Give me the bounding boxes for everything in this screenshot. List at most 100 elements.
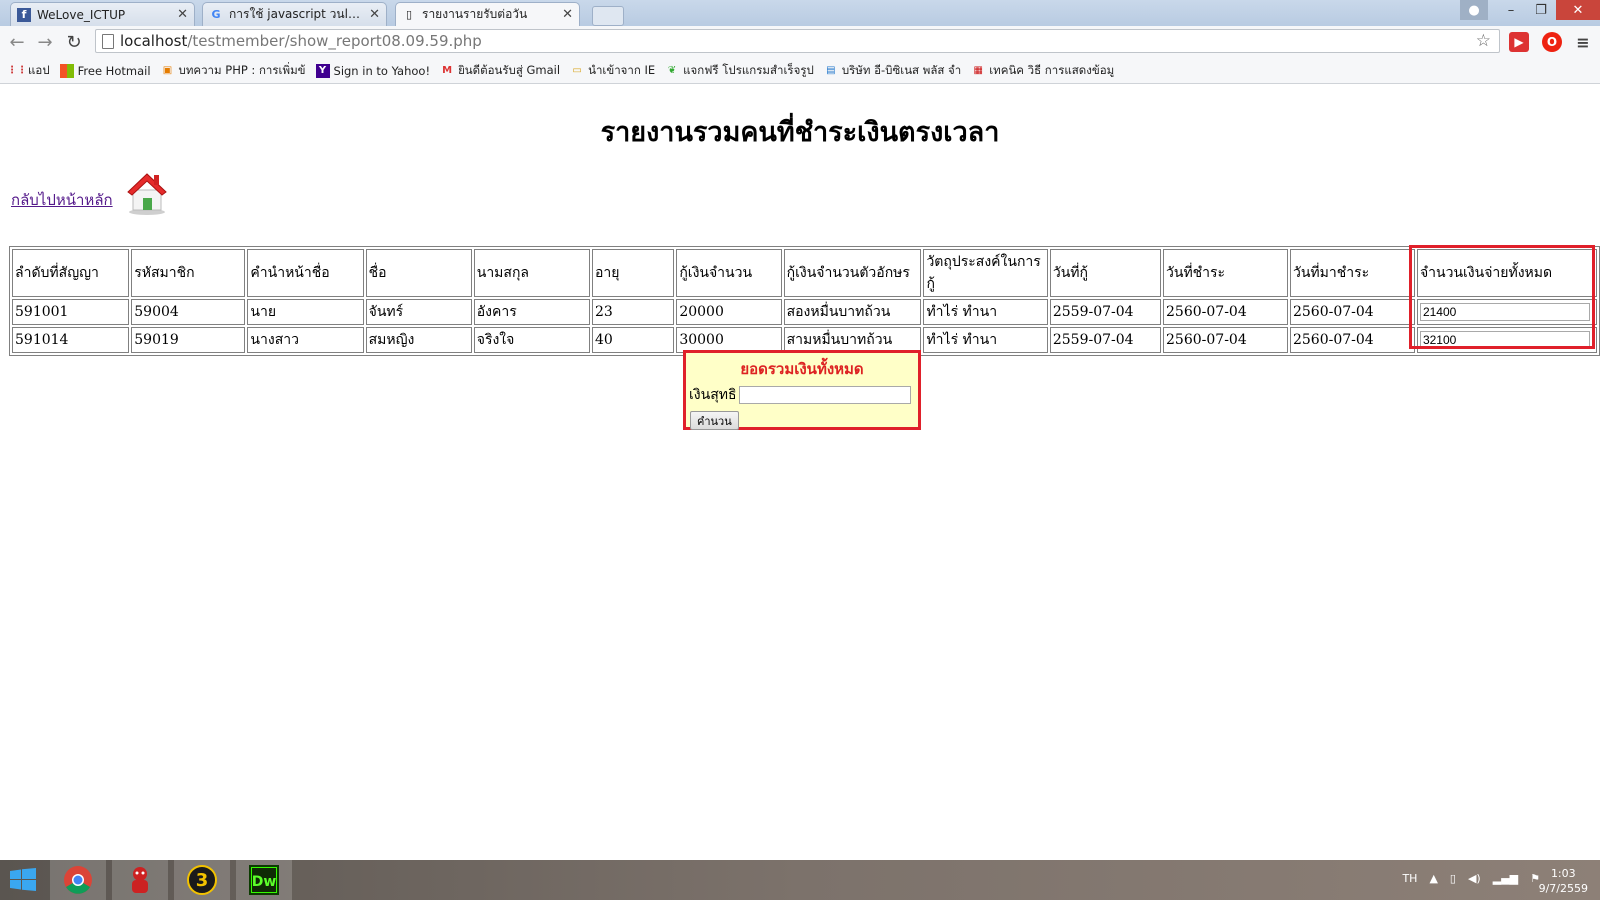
table-cell: 2560-07-04 xyxy=(1163,327,1288,353)
table-cell: จริงใจ xyxy=(473,327,590,353)
bookmark-hotmail[interactable]: Free Hotmail xyxy=(59,63,151,78)
google-icon: G xyxy=(211,8,221,21)
new-tab-button[interactable] xyxy=(592,6,624,26)
chrome-icon[interactable] xyxy=(50,860,106,900)
tab-report[interactable]: ▯ รายงานรายรับต่อวัน ✕ xyxy=(395,2,580,26)
url-path: /testmember/show_report08.09.59.php xyxy=(187,32,482,50)
tab-welove[interactable]: f WeLove_ICTUP ✕ xyxy=(10,2,195,26)
restore-button[interactable]: ❐ xyxy=(1526,0,1556,20)
page-title: รายงานรวมคนที่ชำระเงินตรงเวลา xyxy=(600,117,1000,148)
column-header: วัตถุประสงค์ในการกู้ xyxy=(923,249,1048,297)
back-to-home-link[interactable]: กลับไปหน้าหลัก xyxy=(11,188,113,212)
table-cell: 2560-07-04 xyxy=(1289,299,1415,325)
minimize-button[interactable]: – xyxy=(1496,0,1526,20)
app-red-icon[interactable] xyxy=(112,860,168,900)
bookmark-label: แจกฟรี โปรแกรมสำเร็จรูป xyxy=(683,62,814,77)
bookmark-label: เทคนิค วิธี การแสดงข้อมู xyxy=(989,62,1115,77)
net-amount-label: เงินสุทธิ xyxy=(689,387,737,403)
net-amount-row: เงินสุทธิ xyxy=(689,384,918,406)
bookmark-label: Sign in to Yahoo! xyxy=(333,63,431,78)
reload-icon[interactable]: ↻ xyxy=(63,31,85,53)
page-content: รายงานรวมคนที่ชำระเงินตรงเวลา กลับไปหน้า… xyxy=(0,84,1600,860)
column-header: รหัสมาชิก xyxy=(131,249,246,297)
signal-icon[interactable]: ▂▄▆ xyxy=(1493,872,1518,885)
volume-icon[interactable]: ◀) xyxy=(1468,872,1481,885)
bookmark-php[interactable]: ▣ บทความ PHP : การเพิ่มข้ xyxy=(161,62,306,80)
table-cell: สมหญิง xyxy=(365,327,472,353)
table-cell: นางสาว xyxy=(247,327,364,353)
clock-date: 9/7/2559 xyxy=(1538,882,1588,895)
table-cell: 2560-07-04 xyxy=(1163,299,1288,325)
extension-icon[interactable]: ▶ xyxy=(1509,32,1529,52)
tray-expand-icon[interactable]: ▲ xyxy=(1429,872,1437,885)
profile-icon[interactable]: ● xyxy=(1460,0,1488,20)
back-icon[interactable]: ← xyxy=(6,31,28,53)
column-header: คำนำหน้าชื่อ xyxy=(247,249,364,297)
close-tab-icon[interactable]: ✕ xyxy=(177,7,188,22)
app-3-icon[interactable]: 3 xyxy=(174,860,230,900)
gmail-icon: M xyxy=(442,65,453,76)
bookmark-label: บริษัท อี-บิซิเนส พลัส จำ xyxy=(841,62,962,77)
bookmark-yahoo[interactable]: Y Sign in to Yahoo! xyxy=(315,63,431,78)
table-cell: 2559-07-04 xyxy=(1049,299,1162,325)
table-cell: จันทร์ xyxy=(365,299,472,325)
bookmark-label: ยินดีต้อนรับสู่ Gmail xyxy=(458,62,561,77)
tab-strip: f WeLove_ICTUP ✕ G การใช้ javascript วนl… xyxy=(0,0,1600,26)
close-tab-icon[interactable]: ✕ xyxy=(562,7,573,22)
opera-icon[interactable]: O xyxy=(1542,32,1562,52)
table-cell: นาย xyxy=(247,299,364,325)
close-window-button[interactable]: ✕ xyxy=(1556,0,1600,20)
address-bar[interactable]: localhost/testmember/show_report08.09.59… xyxy=(95,29,1500,53)
table-cell: อังคาร xyxy=(473,299,590,325)
column-header: ชื่อ xyxy=(365,249,472,297)
column-header: กู้เงินจำนวน xyxy=(676,249,782,297)
summary-title: ยอดรวมเงินทั้งหมด xyxy=(740,360,864,378)
forward-icon[interactable]: → xyxy=(34,31,56,53)
report-table: ลำดับที่สัญญา รหัสมาชิก คำนำหน้าชื่อ ชื่… xyxy=(9,246,1600,356)
table-cell: ทำไร่ ทำนา xyxy=(923,299,1048,325)
total-amount-input[interactable] xyxy=(1419,331,1590,349)
table-cell: 591014 xyxy=(12,327,130,353)
net-amount-input[interactable] xyxy=(738,386,911,404)
table-cell: 20000 xyxy=(676,299,782,325)
bookmark-label: บทความ PHP : การเพิ่มข้ xyxy=(178,62,306,77)
clock[interactable]: 1:03 9/7/2559 xyxy=(1539,866,1588,896)
bookmark-import-ie[interactable]: ▭ นำเข้าจาก IE xyxy=(570,62,655,80)
close-tab-icon[interactable]: ✕ xyxy=(369,7,380,22)
bookmark-apps[interactable]: ⋮⋮ แอป xyxy=(7,62,50,80)
yahoo-icon: Y xyxy=(315,63,330,78)
calculate-button[interactable]: คำนวน xyxy=(690,411,739,430)
table-cell: ทำไร่ ทำนา xyxy=(923,327,1048,353)
bookmark-tech[interactable]: ▦ เทคนิค วิธี การแสดงข้อมู xyxy=(971,62,1115,80)
table-cell: 23 xyxy=(591,299,675,325)
tech-icon: ▦ xyxy=(973,65,983,76)
tab-javascript[interactable]: G การใช้ javascript วนloop โน ✕ xyxy=(202,2,387,26)
svg-text:3: 3 xyxy=(196,870,209,891)
column-header: อายุ xyxy=(591,249,675,297)
dreamweaver-icon[interactable]: Dw xyxy=(236,860,292,900)
table-header-row: ลำดับที่สัญญา รหัสมาชิก คำนำหน้าชื่อ ชื่… xyxy=(12,249,1597,297)
bookmark-free-program[interactable]: ❦ แจกฟรี โปรแกรมสำเร็จรูป xyxy=(665,62,814,80)
menu-icon[interactable]: ≡ xyxy=(1573,32,1593,52)
column-header: วันที่กู้ xyxy=(1049,249,1162,297)
amount-cell xyxy=(1416,299,1597,325)
total-amount-input[interactable] xyxy=(1419,303,1590,321)
column-header: จำนวนเงินจ่ายทั้งหมด xyxy=(1416,249,1597,297)
summary-box: ยอดรวมเงินทั้งหมด เงินสุทธิ คำนวน xyxy=(683,350,921,430)
language-indicator[interactable]: TH xyxy=(1402,872,1417,885)
tab-title: รายงานรายรับต่อวัน xyxy=(422,7,528,21)
network-device-icon[interactable]: ▯ xyxy=(1450,872,1456,885)
column-header: วันที่ชำระ xyxy=(1163,249,1288,297)
bookmark-star-icon[interactable]: ☆ xyxy=(1476,31,1491,51)
amount-cell xyxy=(1416,327,1597,353)
windows-start-icon[interactable] xyxy=(0,860,46,900)
svg-text:Dw: Dw xyxy=(252,874,277,890)
bookmark-gmail[interactable]: M ยินดีต้อนรับสู่ Gmail xyxy=(440,62,560,80)
table-cell: 2559-07-04 xyxy=(1049,327,1162,353)
bookmark-ebiz[interactable]: ▤ บริษัท อี-บิซิเนส พลัส จำ xyxy=(824,62,961,80)
table-cell: 591001 xyxy=(12,299,130,325)
home-icon[interactable] xyxy=(124,170,170,216)
table-cell: 40 xyxy=(591,327,675,353)
column-header: กู้เงินจำนวนตัวอักษร xyxy=(783,249,922,297)
column-header: ลำดับที่สัญญา xyxy=(12,249,130,297)
